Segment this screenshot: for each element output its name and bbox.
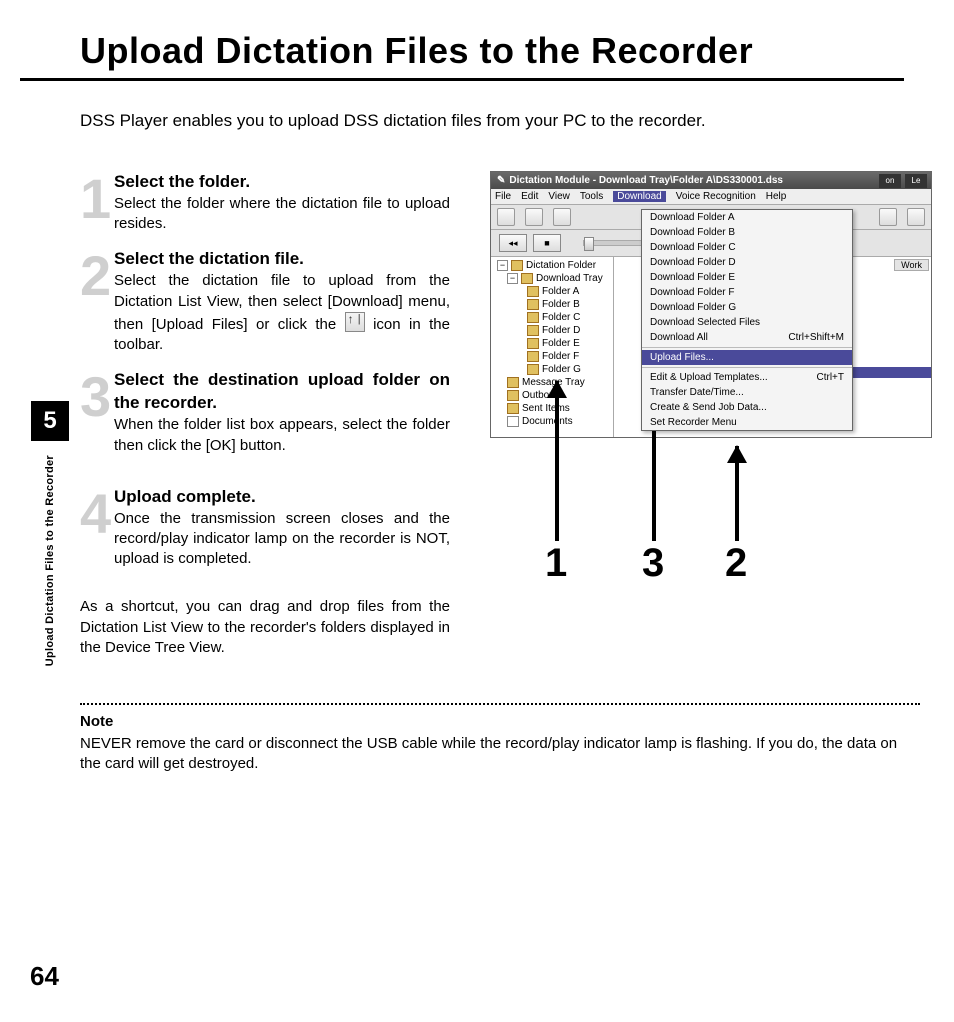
step-number: 3 [80, 375, 110, 455]
menu-item[interactable]: Download Folder G [642, 300, 852, 315]
folder-icon [527, 312, 539, 323]
menu-separator [642, 367, 852, 368]
tree-item[interactable]: Folder F [542, 350, 579, 363]
menu-item[interactable]: Download Folder F [642, 285, 852, 300]
folder-icon [511, 260, 523, 271]
folder-icon [507, 377, 519, 388]
side-running-head: Upload Dictation Files to the Recorder [44, 455, 56, 666]
folder-icon [527, 286, 539, 297]
toolbar-button[interactable] [553, 208, 571, 226]
step-number: 4 [80, 492, 110, 570]
chapter-tab: 5 [31, 401, 69, 441]
toolbar-button[interactable] [525, 208, 543, 226]
tree-toggle-icon[interactable]: − [507, 273, 518, 284]
folder-icon [527, 338, 539, 349]
step-number: 1 [80, 177, 110, 234]
menu-item[interactable]: Create & Send Job Data... [642, 400, 852, 415]
app-icon: ✎ [497, 175, 505, 186]
folder-tree[interactable]: −Dictation Folder −Download Tray Folder … [491, 257, 614, 437]
upload-toolbar-icon [345, 312, 365, 332]
intro-text: DSS Player enables you to upload DSS dic… [80, 111, 904, 131]
callout-number: 1 [545, 541, 567, 586]
callout-arrow [735, 446, 739, 541]
tree-root[interactable]: Dictation Folder [526, 259, 596, 272]
toolbar-button[interactable] [497, 208, 515, 226]
page-number: 64 [30, 961, 59, 992]
step-body: Select the folder where the dictation fi… [114, 195, 450, 232]
tree-item[interactable]: Documents [522, 415, 573, 428]
window-titlebar: ✎ Dictation Module - Download Tray\Folde… [491, 172, 931, 189]
menu-help[interactable]: Help [766, 191, 787, 202]
folder-icon [507, 403, 519, 414]
menu-item[interactable]: Download Folder B [642, 225, 852, 240]
callout-number: 3 [642, 541, 664, 586]
menu-download[interactable]: Download [613, 191, 665, 202]
window-title: Dictation Module - Download Tray\Folder … [509, 175, 783, 186]
download-menu-dropdown[interactable]: Download Folder A Download Folder B Down… [641, 209, 853, 431]
tree-item[interactable]: Folder G [542, 363, 581, 376]
status-badge: Le [905, 174, 927, 188]
toolbar-button[interactable] [879, 208, 897, 226]
menu-item-upload-files[interactable]: Upload Files... [642, 350, 852, 365]
section-divider [80, 703, 920, 705]
folder-icon [527, 351, 539, 362]
step-number: 2 [80, 254, 110, 355]
tree-item[interactable]: Download Tray [536, 272, 603, 285]
folder-icon [527, 325, 539, 336]
menu-item[interactable]: Edit & Upload Templates...Ctrl+T [642, 370, 852, 385]
menu-item[interactable]: Download Folder E [642, 270, 852, 285]
document-icon [507, 416, 519, 427]
step-heading: Select the dictation file. [114, 249, 304, 268]
folder-icon [527, 364, 539, 375]
menu-voice-recognition[interactable]: Voice Recognition [676, 191, 756, 202]
tree-item[interactable]: Folder E [542, 337, 580, 350]
step-heading: Select the destination upload folder on … [114, 370, 450, 412]
menu-separator [642, 347, 852, 348]
tree-item[interactable]: Folder A [542, 285, 579, 298]
menu-item[interactable]: Download Folder C [642, 240, 852, 255]
callout-arrow [555, 381, 559, 541]
menu-item[interactable]: Download AllCtrl+Shift+M [642, 330, 852, 345]
step-heading: Select the folder. [114, 172, 250, 191]
page-title: Upload Dictation Files to the Recorder [20, 30, 904, 81]
status-badge: on [879, 174, 901, 188]
folder-icon [527, 299, 539, 310]
menu-item[interactable]: Download Folder D [642, 255, 852, 270]
tree-toggle-icon[interactable]: − [497, 260, 508, 271]
note-heading: Note [80, 713, 904, 730]
callout-number: 2 [725, 541, 747, 586]
step-heading: Upload complete. [114, 487, 256, 506]
menu-item[interactable]: Download Folder A [642, 210, 852, 225]
tree-item[interactable]: Folder C [542, 311, 580, 324]
menu-file[interactable]: File [495, 191, 511, 202]
folder-icon [507, 390, 519, 401]
toolbar-button[interactable] [907, 208, 925, 226]
step-body: Once the transmission screen closes and … [114, 510, 450, 568]
menu-item[interactable]: Set Recorder Menu [642, 415, 852, 430]
column-header[interactable]: Work [894, 259, 929, 271]
menu-item[interactable]: Download Selected Files [642, 315, 852, 330]
step-body: When the folder list box appears, select… [114, 416, 450, 453]
tree-item[interactable]: Folder B [542, 298, 580, 311]
folder-icon [521, 273, 533, 284]
rewind-button[interactable]: ◂◂ [499, 234, 527, 252]
stop-button[interactable]: ■ [533, 234, 561, 252]
menu-edit[interactable]: Edit [521, 191, 538, 202]
tree-item[interactable]: Folder D [542, 324, 580, 337]
tree-item[interactable]: Sent Items [522, 402, 570, 415]
shortcut-text: As a shortcut, you can drag and drop fil… [80, 597, 450, 658]
menu-tools[interactable]: Tools [580, 191, 603, 202]
menu-view[interactable]: View [548, 191, 570, 202]
menu-item[interactable]: Transfer Date/Time... [642, 385, 852, 400]
note-body: NEVER remove the card or disconnect the … [80, 734, 904, 775]
menu-bar[interactable]: File Edit View Tools Download Voice Reco… [491, 189, 931, 205]
